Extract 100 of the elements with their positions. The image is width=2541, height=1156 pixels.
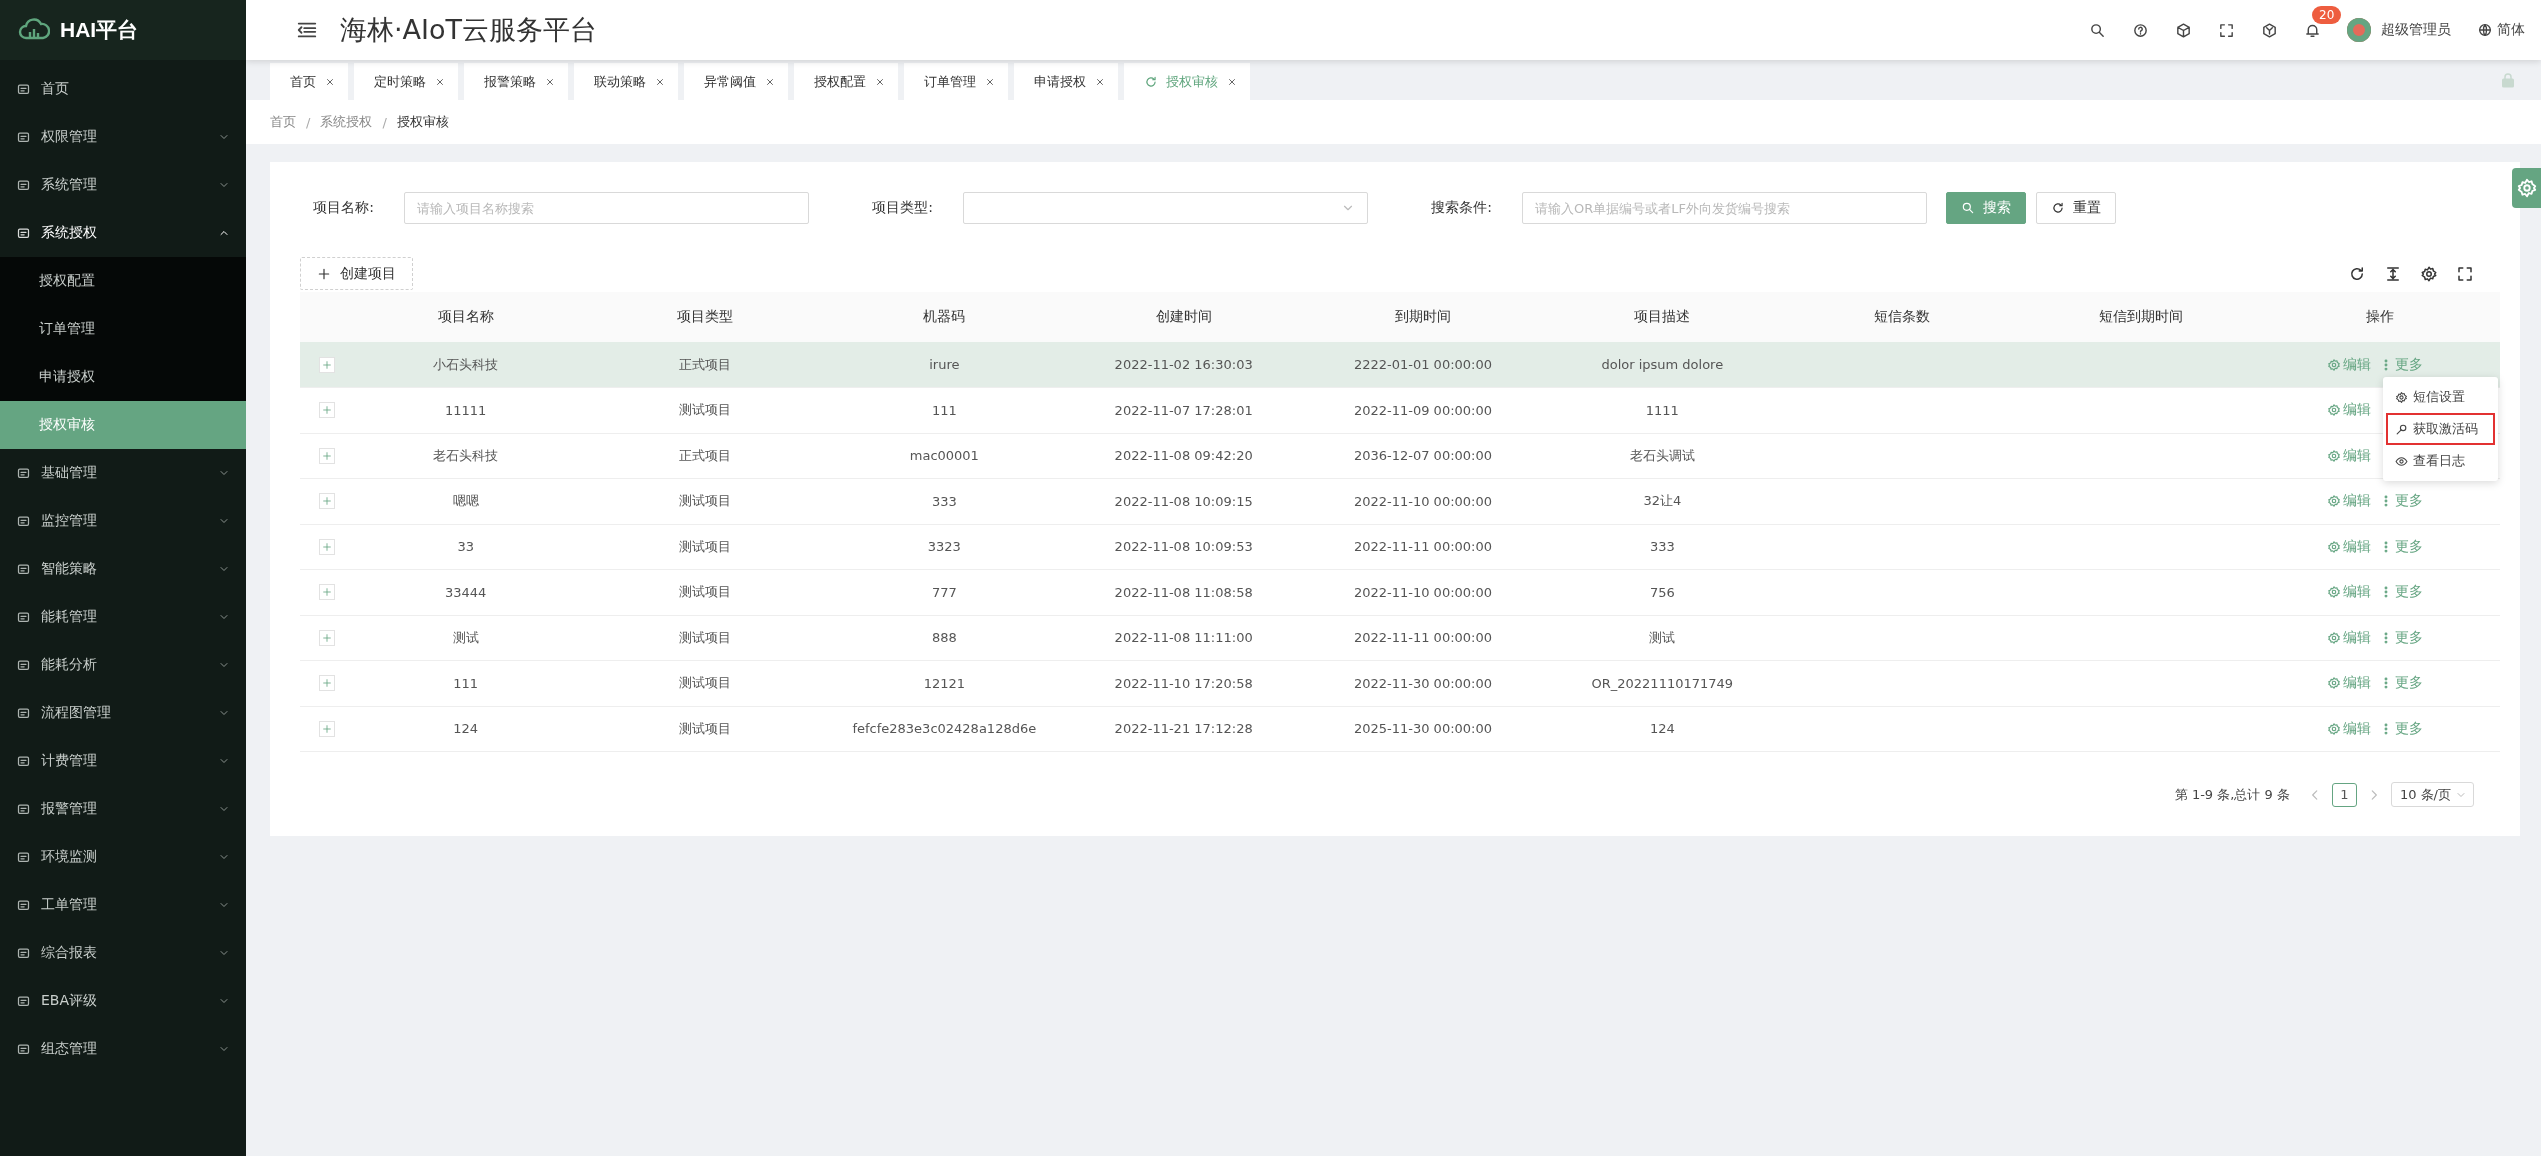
- table-cell: 2022-11-10 00:00:00: [1303, 569, 1543, 615]
- hexagon-icon[interactable]: [2261, 21, 2278, 39]
- pagination-summary: 第 1-9 条,总计 9 条: [2174, 785, 2290, 804]
- field-label: 项目类型:: [871, 199, 934, 217]
- menu-item[interactable]: 组态管理: [0, 1025, 246, 1073]
- tab[interactable]: 首页: [270, 63, 348, 100]
- menu-item[interactable]: 系统管理: [0, 161, 246, 209]
- table-cell: 111: [824, 387, 1064, 433]
- table-cell: 2022-11-11 00:00:00: [1303, 524, 1543, 570]
- menu-item[interactable]: 综合报表: [0, 929, 246, 977]
- tab[interactable]: 报警策略: [464, 63, 568, 100]
- fullscreen-icon[interactable]: [2456, 264, 2474, 283]
- menu-option[interactable]: 获取激活码: [2386, 413, 2495, 445]
- menu-option[interactable]: 短信设置: [2386, 381, 2495, 413]
- table-cell: 测试: [346, 615, 586, 661]
- column-header: 操作: [2260, 292, 2500, 342]
- breadcrumb-item[interactable]: 首页: [270, 113, 296, 131]
- user-name[interactable]: 超级管理员: [2381, 21, 2451, 39]
- create-project-button[interactable]: 创建项目: [300, 257, 413, 290]
- table-cell: 1111: [1542, 387, 1782, 433]
- reload-icon[interactable]: [2348, 264, 2366, 283]
- language-button[interactable]: 简体: [2477, 21, 2525, 39]
- breadcrumb-item[interactable]: 系统授权: [320, 113, 373, 131]
- settings-icon[interactable]: [2420, 264, 2438, 283]
- search-icon[interactable]: [2089, 21, 2106, 39]
- gear-icon: [2326, 676, 2341, 691]
- table-cell: 嗯嗯: [346, 478, 586, 524]
- menu-item[interactable]: 首页: [0, 65, 246, 113]
- menu-item[interactable]: 基础管理: [0, 449, 246, 497]
- menu-item[interactable]: 系统授权: [0, 209, 246, 257]
- page-title: 海林·AIoT云服务平台: [340, 13, 599, 47]
- globe-icon: [2477, 22, 2493, 38]
- table-cell: mac00001: [824, 433, 1064, 479]
- plus-icon: [322, 541, 332, 552]
- tab[interactable]: 申请授权: [1014, 63, 1118, 100]
- column-header: 短信到期时间: [2021, 292, 2261, 342]
- table-cell: 124: [346, 706, 586, 752]
- tab[interactable]: 异常阈值: [684, 63, 788, 100]
- table-cell: 11111: [346, 387, 586, 433]
- table-cell: 12121: [824, 660, 1064, 706]
- menu-option[interactable]: 查看日志: [2386, 445, 2495, 477]
- menu-item[interactable]: EBA评级: [0, 977, 246, 1025]
- help-icon[interactable]: [2132, 21, 2149, 39]
- user-avatar[interactable]: [2347, 18, 2371, 42]
- select-field[interactable]: [963, 192, 1368, 224]
- column-header: 项目类型: [585, 292, 825, 342]
- settings-button[interactable]: [2512, 168, 2541, 208]
- breadcrumb-separator: /: [306, 114, 311, 130]
- menu-icon: [16, 801, 31, 817]
- menu-item[interactable]: 能耗分析: [0, 641, 246, 689]
- submenu-item[interactable]: 授权配置: [0, 257, 246, 305]
- table-cell: 2022-11-11 00:00:00: [1303, 615, 1543, 661]
- table-cell: 正式项目: [585, 433, 825, 479]
- field-label: 搜索条件:: [1430, 199, 1493, 217]
- gear-icon: [2326, 585, 2341, 600]
- plus-icon: [322, 496, 332, 507]
- breadcrumb-item: 授权审核: [396, 113, 449, 131]
- menu-item[interactable]: 计费管理: [0, 737, 246, 785]
- submenu-item[interactable]: 订单管理: [0, 305, 246, 353]
- input-field[interactable]: 请输入项目名称搜索: [404, 192, 809, 224]
- page-size-select[interactable]: 10 条/页: [2390, 782, 2474, 807]
- settings-icon: [2515, 177, 2538, 199]
- tab[interactable]: 联动策略: [574, 63, 678, 100]
- menu-item[interactable]: 报警管理: [0, 785, 246, 833]
- table-cell: 333: [1542, 524, 1782, 570]
- submenu-item[interactable]: 申请授权: [0, 353, 246, 401]
- menu-item[interactable]: 权限管理: [0, 113, 246, 161]
- menu-item[interactable]: 流程图管理: [0, 689, 246, 737]
- tab[interactable]: 授权配置: [794, 63, 898, 100]
- menu-icon: [16, 945, 31, 961]
- menu-item[interactable]: 环境监测: [0, 833, 246, 881]
- field-label: 项目名称:: [312, 199, 375, 217]
- table-cell: 2022-11-07 17:28:01: [1064, 387, 1304, 433]
- tab[interactable]: 定时策略: [354, 63, 458, 100]
- table-cell: 33: [346, 524, 586, 570]
- menu-item[interactable]: 工单管理: [0, 881, 246, 929]
- column-header: 机器码: [824, 292, 1064, 342]
- table-cell: 2022-11-08 10:09:53: [1064, 524, 1304, 570]
- input-field[interactable]: 请输入OR单据编号或者LF外向发货编号搜索: [1522, 192, 1927, 224]
- menu-item[interactable]: 智能策略: [0, 545, 246, 593]
- cube-icon[interactable]: [2175, 21, 2192, 39]
- table-cell: 测试项目: [585, 660, 825, 706]
- plus-icon: [317, 266, 331, 281]
- reset-button[interactable]: 重置: [2036, 192, 2116, 224]
- refresh-icon[interactable]: [1144, 74, 1158, 89]
- column-header: 创建时间: [1064, 292, 1304, 342]
- menu-icon: [16, 849, 31, 865]
- gear-icon: [2326, 403, 2341, 418]
- menu-icon: [16, 225, 31, 241]
- menu-icon: [16, 81, 31, 97]
- menu-item[interactable]: 监控管理: [0, 497, 246, 545]
- menu-item[interactable]: 能耗管理: [0, 593, 246, 641]
- fullscreen-icon[interactable]: [2218, 21, 2235, 39]
- page-button[interactable]: 1: [2331, 782, 2357, 807]
- row-height-icon[interactable]: [2384, 264, 2402, 283]
- table-cell: 2022-11-08 09:42:20: [1064, 433, 1304, 479]
- magnifier-icon: [2395, 422, 2408, 436]
- menu-icon: [16, 657, 31, 673]
- plus-icon: [322, 587, 332, 598]
- tab[interactable]: 订单管理: [904, 63, 1008, 100]
